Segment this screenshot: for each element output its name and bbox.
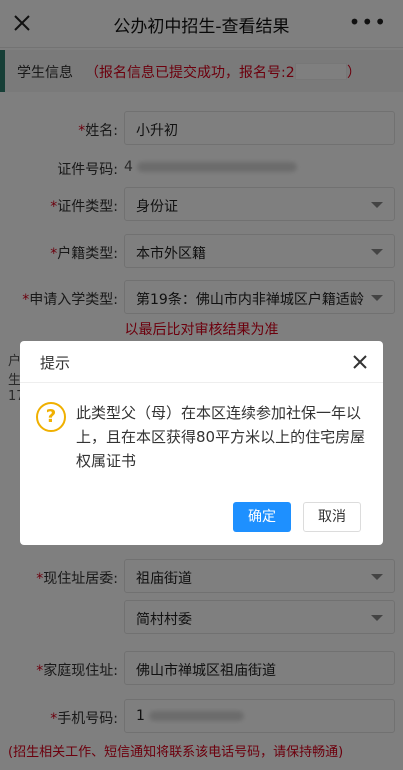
confirm-button[interactable]: 确定 bbox=[233, 502, 291, 532]
close-icon[interactable] bbox=[351, 353, 369, 371]
cancel-button[interactable]: 取消 bbox=[303, 502, 361, 532]
dialog-message: 此类型父（母）在本区连续参加社保一年以上，且在本区获得80平方米以上的住宅房屋权… bbox=[76, 404, 366, 470]
tip-dialog: 提示 ? 此类型父（母）在本区连续参加社保一年以上，且在本区获得80平方米以上的… bbox=[20, 341, 383, 545]
dialog-title: 提示 bbox=[40, 354, 71, 372]
question-icon: ? bbox=[36, 402, 66, 432]
dialog-header: 提示 bbox=[20, 341, 383, 383]
